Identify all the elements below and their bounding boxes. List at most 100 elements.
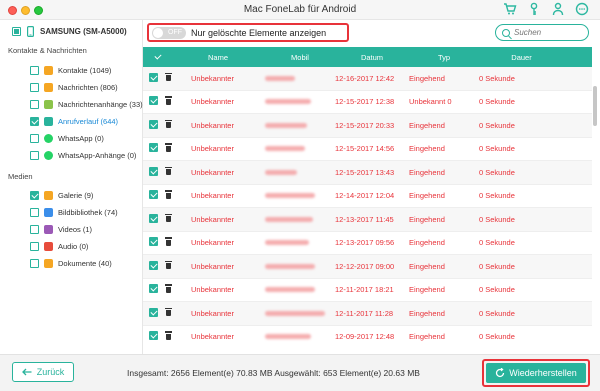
column-header-type[interactable]: Typ [409, 53, 479, 62]
cell-mobile [245, 168, 335, 177]
person-icon[interactable] [550, 2, 566, 18]
device-selector[interactable]: SAMSUNG (SM-A5000) [12, 26, 127, 37]
sidebar-item-audio[interactable]: Audio (0) [30, 242, 88, 251]
gallery-icon [44, 191, 53, 200]
sidebar-item-whatsapp-attachments[interactable]: WhatsApp-Anhänge (0) [30, 151, 136, 160]
row-checkbox[interactable] [149, 96, 158, 106]
redacted-number [265, 287, 315, 293]
sidebar-item-label: Bildbibliothek (74) [58, 208, 118, 217]
phone-icon [27, 26, 34, 37]
table-row[interactable]: Unbekannter 12-09-2017 12:48 Eingehend 0 Se… [143, 326, 592, 347]
cell-name: Unbekannter [191, 308, 234, 318]
row-checkbox[interactable] [149, 284, 158, 294]
row-checkbox[interactable] [149, 307, 158, 317]
column-header-date[interactable]: Datum [335, 53, 409, 62]
sidebar-item-label: WhatsApp-Anhänge (0) [58, 151, 137, 160]
sidebar-item-attachments[interactable]: Nachrichtenanhänge (33) [30, 100, 143, 109]
table-row[interactable]: Unbekannter 12-16-2017 12:42 Eingehend 0 Se… [143, 67, 592, 91]
back-button[interactable]: Zurück [12, 362, 74, 382]
table-scrollbar[interactable] [593, 86, 597, 126]
sidebar-item-whatsapp[interactable]: WhatsApp (0) [30, 134, 104, 143]
row-checkbox[interactable] [149, 190, 158, 200]
whatsapp-attachments-checkbox[interactable] [30, 151, 39, 160]
redacted-number [265, 169, 297, 175]
search-box[interactable] [495, 24, 589, 41]
row-checkbox[interactable] [149, 260, 158, 270]
row-checkbox[interactable] [149, 213, 158, 223]
cell-duration: 0 Sekunde [479, 285, 515, 295]
table-row[interactable]: Unbekannter 12-15-2017 14:56 Eingehend 0 Se… [143, 138, 592, 161]
device-checkbox[interactable] [12, 27, 21, 36]
cell-date: 12-11-2017 11:28 [335, 308, 394, 318]
deleted-only-toggle[interactable]: OFF [152, 26, 186, 39]
sidebar-item-messages[interactable]: Nachrichten (806) [30, 83, 118, 92]
trash-icon [165, 213, 172, 223]
cell-name: Unbekannter [191, 332, 234, 342]
table-row[interactable]: Unbekannter 12-15-2017 20:33 Eingehend 0 Se… [143, 114, 592, 138]
restore-highlight: Wiederherstellen [482, 359, 590, 387]
call-log-checkbox[interactable] [30, 117, 39, 126]
cell-duration: 0 Sekunde [479, 238, 515, 248]
sidebar-item-videos[interactable]: Videos (1) [30, 225, 92, 234]
table-row[interactable]: Unbekannter 12-12-2017 09:00 Eingehend 0 Se… [143, 255, 592, 279]
cell-date: 12-16-2017 12:42 [335, 73, 395, 83]
audio-checkbox[interactable] [30, 242, 39, 251]
whatsapp-attachments-icon [44, 151, 53, 160]
contacts-checkbox[interactable] [30, 66, 39, 75]
cell-type: Eingehend [409, 73, 445, 83]
sidebar-item-label: Audio (0) [58, 242, 89, 251]
row-checkbox[interactable] [149, 237, 158, 247]
documents-checkbox[interactable] [30, 259, 39, 268]
select-all-checkbox[interactable] [152, 51, 162, 61]
audio-icon [44, 242, 53, 251]
table-row[interactable]: Unbekannter 12-11-2017 18:21 Eingehend 0 Se… [143, 279, 592, 302]
search-icon [502, 28, 510, 37]
cell-mobile [245, 238, 335, 247]
trash-icon [165, 260, 172, 270]
messages-checkbox[interactable] [30, 83, 39, 92]
column-header-name[interactable]: Name [177, 53, 245, 62]
table-row[interactable]: Unbekannter 12-13-2017 09:56 Eingehend 0 Se… [143, 232, 592, 255]
sidebar-item-picture-library[interactable]: Bildbibliothek (74) [30, 208, 118, 217]
row-checkbox[interactable] [149, 119, 158, 129]
table-body: Unbekannter 12-16-2017 12:42 Eingehend 0 Se… [143, 67, 592, 346]
row-checkbox[interactable] [149, 331, 158, 341]
row-checkbox[interactable] [149, 143, 158, 153]
table-row[interactable]: Unbekannter 12-15-2017 12:38 Unbekannt 0 0 … [143, 91, 592, 114]
picture-library-icon [44, 208, 53, 217]
cell-duration: 0 Sekunde [479, 144, 515, 154]
cell-name: Unbekannter [191, 285, 234, 295]
sidebar-item-gallery[interactable]: Galerie (9) [30, 191, 93, 200]
gallery-checkbox[interactable] [30, 191, 39, 200]
cart-icon[interactable] [502, 2, 518, 18]
table-row[interactable]: Unbekannter 12-14-2017 12:04 Eingehend 0 Se… [143, 185, 592, 208]
table-row[interactable]: Unbekannter 12-11-2017 11:28 Eingehend 0 Se… [143, 302, 592, 326]
messages-icon [44, 83, 53, 92]
cell-mobile [245, 144, 335, 153]
row-checkbox[interactable] [149, 166, 158, 176]
cell-type: Eingehend [409, 332, 445, 342]
chat-icon[interactable] [574, 2, 590, 18]
sidebar-item-label: Nachrichtenanhänge (33) [58, 100, 143, 109]
sidebar-item-documents[interactable]: Dokumente (40) [30, 259, 112, 268]
videos-checkbox[interactable] [30, 225, 39, 234]
column-header-duration[interactable]: Dauer [479, 53, 564, 62]
row-checkbox[interactable] [149, 72, 158, 82]
picture-library-checkbox[interactable] [30, 208, 39, 217]
sidebar-item-contacts[interactable]: Kontakte (1049) [30, 66, 111, 75]
table-row[interactable]: Unbekannter 12-15-2017 13:43 Eingehend 0 Se… [143, 161, 592, 185]
cell-name: Unbekannter [191, 120, 234, 130]
search-input[interactable] [514, 28, 584, 37]
cell-type: Eingehend [409, 191, 445, 201]
table-row[interactable]: Unbekannter 12-13-2017 11:45 Eingehend 0 Se… [143, 208, 592, 232]
whatsapp-checkbox[interactable] [30, 134, 39, 143]
cell-type: Eingehend [409, 214, 445, 224]
key-icon[interactable] [526, 2, 542, 18]
attachments-checkbox[interactable] [30, 100, 39, 109]
restore-button[interactable]: Wiederherstellen [486, 363, 586, 383]
column-header-mobile[interactable]: Mobil [245, 53, 335, 62]
trash-icon [165, 119, 172, 129]
trash-icon [165, 331, 172, 340]
cell-date: 12-15-2017 13:43 [335, 167, 395, 177]
sidebar-item-call-log[interactable]: Anrufverlauf (644) [30, 117, 118, 126]
